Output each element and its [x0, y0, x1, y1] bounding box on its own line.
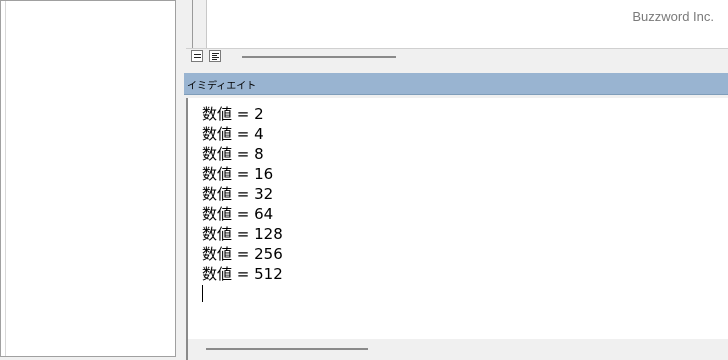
procedure-view-icon[interactable]: [191, 50, 203, 62]
left-panel-edge: [5, 1, 6, 356]
output-line: 数値 = 512: [202, 265, 283, 283]
code-window[interactable]: Buzzword Inc.: [186, 0, 728, 48]
text-cursor: [202, 285, 203, 302]
immediate-window-pane[interactable]: 数値 = 2 数値 = 4 数値 = 8 数値 = 16 数値 = 32 数値 …: [186, 98, 728, 339]
output-line: 数値 = 256: [202, 245, 283, 263]
output-line: 数値 = 16: [202, 165, 274, 183]
output-line: 数値 = 2: [202, 105, 264, 123]
immediate-output: 数値 = 2 数値 = 4 数値 = 8 数値 = 16 数値 = 32 数値 …: [202, 104, 283, 284]
immediate-window-footer: [186, 339, 728, 360]
watermark-text: Buzzword Inc.: [632, 9, 714, 24]
code-margin-indicator-bar[interactable]: [186, 0, 207, 48]
output-line: 数値 = 8: [202, 145, 264, 163]
code-window-footer: [186, 48, 728, 64]
left-panel[interactable]: [0, 0, 176, 357]
output-line: 数値 = 64: [202, 205, 274, 223]
immediate-window-title: イミディエイト: [187, 81, 257, 92]
immediate-horizontal-scrollbar[interactable]: [206, 348, 368, 350]
output-line: 数値 = 4: [202, 125, 264, 143]
code-margin-edge: [192, 0, 193, 48]
full-module-view-icon[interactable]: [209, 50, 221, 62]
code-horizontal-scrollbar[interactable]: [242, 56, 396, 58]
immediate-window-titlebar[interactable]: イミディエイト: [184, 73, 728, 95]
panel-splitter[interactable]: [178, 63, 728, 73]
output-line: 数値 = 128: [202, 225, 283, 243]
output-line: 数値 = 32: [202, 185, 274, 203]
